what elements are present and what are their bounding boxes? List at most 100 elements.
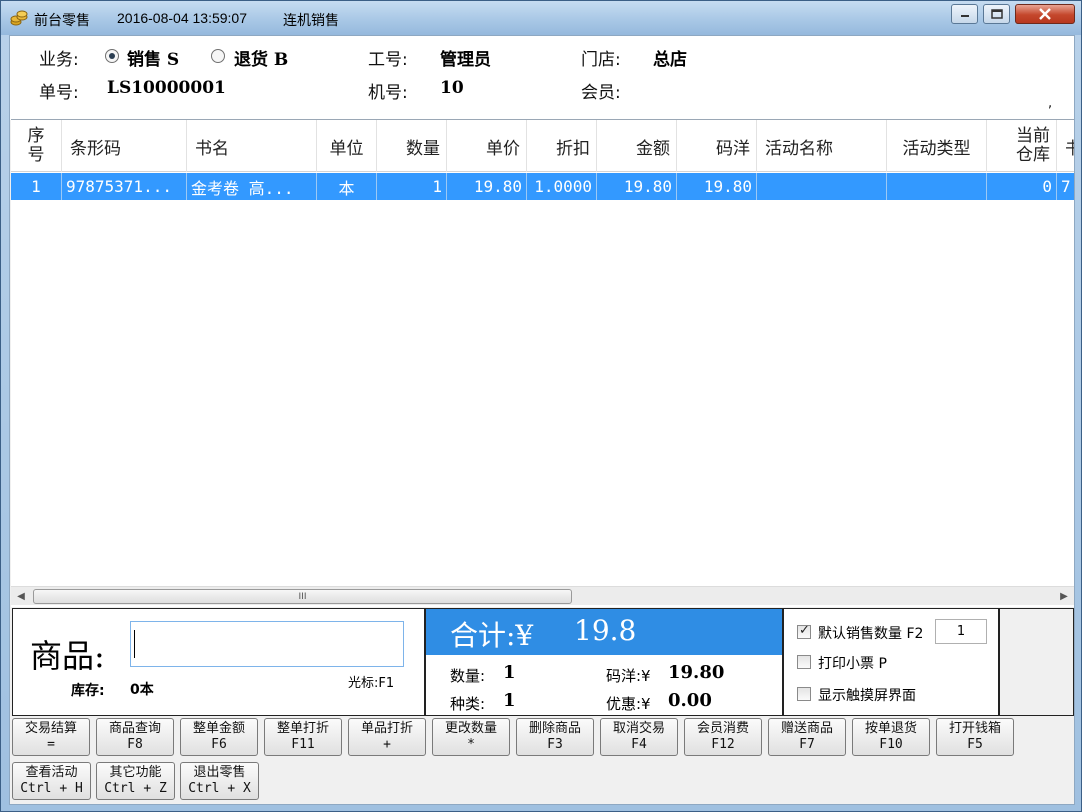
kinds-value: 1	[503, 690, 516, 711]
col-list-price[interactable]: 码洋	[677, 120, 757, 172]
gift-item-button[interactable]: 赠送商品 F7	[768, 718, 846, 756]
col-stock[interactable]: 当前 仓库	[987, 120, 1057, 172]
app-title: 前台零售	[34, 12, 90, 28]
col-seq-line1: 序	[27, 126, 45, 146]
item-discount-button[interactable]: 单品打折 +	[348, 718, 426, 756]
cell-seq: 1	[11, 173, 62, 200]
order-amount-button[interactable]: 整单金额 F6	[180, 718, 258, 756]
exit-retail-button[interactable]: 退出零售 Ctrl + X	[180, 762, 259, 800]
member-spend-button[interactable]: 会员消费 F12	[684, 718, 762, 756]
cell-price: 19.80	[447, 173, 527, 200]
cell-title: 金考卷 高...	[187, 173, 317, 200]
cancel-transaction-button-label: 取消交易	[612, 721, 665, 736]
member-spend-button-label: 会员消费	[696, 721, 749, 736]
title-mode: 连机销售	[283, 12, 339, 28]
table-header: 序 号 条形码 书名 单位 数量 单价 折扣 金额 码洋 活动名称 活动类型 当…	[11, 120, 1074, 172]
scroll-right-icon[interactable]: ▶	[1056, 589, 1072, 604]
order-discount-button-label: 整单打折	[276, 721, 329, 736]
default-qty-input[interactable]: 1	[935, 619, 987, 644]
title-bar[interactable]: 前台零售 2016-08-04 13:59:07 连机销售	[1, 1, 1081, 35]
order-amount-button-key: F6	[211, 737, 227, 752]
change-qty-button-label: 更改数量	[444, 721, 497, 736]
scroll-thumb[interactable]: III	[33, 589, 572, 604]
default-qty-checkbox[interactable]	[797, 623, 811, 639]
business-label: 业务:	[39, 50, 79, 70]
return-option-label[interactable]: 退货 B	[234, 45, 288, 70]
open-drawer-button[interactable]: 打开钱箱 F5	[936, 718, 1014, 756]
qty-value: 1	[503, 662, 516, 683]
col-stock-line2: 仓库	[1016, 145, 1050, 165]
cell-stock: 0	[987, 173, 1057, 200]
col-qty[interactable]: 数量	[377, 120, 447, 172]
print-receipt-label[interactable]: 打印小票 P	[818, 653, 887, 673]
stock-label: 库存:	[71, 683, 105, 699]
touch-screen-label[interactable]: 显示触摸屏界面	[818, 685, 916, 705]
cell-partial: 7	[1057, 173, 1074, 200]
cancel-transaction-button-key: F4	[631, 737, 647, 752]
open-drawer-button-label: 打开钱箱	[948, 721, 1001, 736]
maximize-button[interactable]	[983, 4, 1010, 24]
machine-value: 10	[440, 78, 464, 98]
view-activity-button[interactable]: 查看活动 Ctrl + H	[12, 762, 91, 800]
order-amount-button-label: 整单金额	[192, 721, 245, 736]
touch-screen-checkbox[interactable]	[797, 687, 811, 701]
total-band: 合计:¥ 19.8	[426, 609, 782, 655]
machine-label: 机号:	[368, 83, 408, 103]
item-discount-button-key: +	[383, 737, 391, 752]
delete-item-button[interactable]: 删除商品 F3	[516, 718, 594, 756]
cursor-hint: 光标:F1	[348, 676, 395, 691]
col-seq[interactable]: 序 号	[11, 120, 62, 172]
default-qty-label[interactable]: 默认销售数量 F2	[818, 623, 923, 643]
col-title[interactable]: 书名	[187, 120, 317, 172]
cancel-transaction-button[interactable]: 取消交易 F4	[600, 718, 678, 756]
return-radio[interactable]	[211, 49, 225, 63]
cell-discount: 1.0000	[527, 173, 597, 200]
cell-barcode: 97875371...	[62, 173, 187, 200]
minimize-button[interactable]	[951, 4, 978, 24]
cell-activity-type	[887, 173, 987, 200]
client-area: 业务: 销售 S 退货 B 工号: 管理员 门店: 总店 单号: LS10000…	[9, 35, 1075, 805]
other-functions-button[interactable]: 其它功能 Ctrl + Z	[96, 762, 175, 800]
sale-radio[interactable]	[105, 49, 119, 63]
open-drawer-button-key: F5	[967, 737, 983, 752]
col-activity-name[interactable]: 活动名称	[757, 120, 887, 172]
close-icon	[1039, 8, 1051, 20]
col-unit[interactable]: 单位	[317, 120, 377, 172]
product-search-button-label: 商品查询	[108, 721, 161, 736]
sale-option-label[interactable]: 销售 S	[127, 45, 179, 70]
items-table[interactable]: 序 号 条形码 书名 单位 数量 单价 折扣 金额 码洋 活动名称 活动类型 当…	[11, 119, 1074, 607]
goods-input[interactable]	[130, 621, 404, 667]
col-barcode[interactable]: 条形码	[62, 120, 187, 172]
blank-panel	[999, 608, 1074, 716]
checkout-button[interactable]: 交易结算 =	[12, 718, 90, 756]
order-discount-button[interactable]: 整单打折 F11	[264, 718, 342, 756]
maximize-icon	[990, 9, 1003, 19]
kinds-label: 种类:	[450, 695, 486, 713]
view-activity-button-label: 查看活动	[25, 765, 78, 780]
list-price-value: 19.80	[668, 662, 725, 683]
scroll-left-icon[interactable]: ◀	[13, 589, 29, 604]
print-receipt-checkbox[interactable]	[797, 655, 811, 669]
gift-item-button-label: 赠送商品	[780, 721, 833, 736]
employee-value: 管理员	[440, 50, 491, 70]
transaction-header: 业务: 销售 S 退货 B 工号: 管理员 门店: 总店 单号: LS10000…	[10, 36, 1074, 120]
product-search-button[interactable]: 商品查询 F8	[96, 718, 174, 756]
close-button[interactable]	[1015, 4, 1075, 24]
return-by-order-button[interactable]: 按单退货 F10	[852, 718, 930, 756]
change-qty-button[interactable]: 更改数量 *	[432, 718, 510, 756]
col-price[interactable]: 单价	[447, 120, 527, 172]
store-label: 门店:	[581, 50, 621, 70]
discount-value: 0.00	[668, 690, 712, 711]
col-partial[interactable]: 书	[1057, 120, 1074, 172]
col-activity-type[interactable]: 活动类型	[887, 120, 987, 172]
horizontal-scrollbar[interactable]: ◀ III ▶	[11, 586, 1074, 605]
other-functions-button-key: Ctrl + Z	[104, 781, 167, 796]
table-row[interactable]: 1 97875371... 金考卷 高... 本 1 19.80 1.0000 …	[11, 173, 1074, 200]
checkout-button-label: 交易结算	[24, 721, 77, 736]
col-discount[interactable]: 折扣	[527, 120, 597, 172]
goods-panel: 商品: 库存: 0本 光标:F1	[12, 608, 425, 716]
col-seq-line2: 号	[27, 145, 45, 165]
gift-item-button-key: F7	[799, 737, 815, 752]
col-amount[interactable]: 金额	[597, 120, 677, 172]
text-cursor	[134, 630, 135, 658]
